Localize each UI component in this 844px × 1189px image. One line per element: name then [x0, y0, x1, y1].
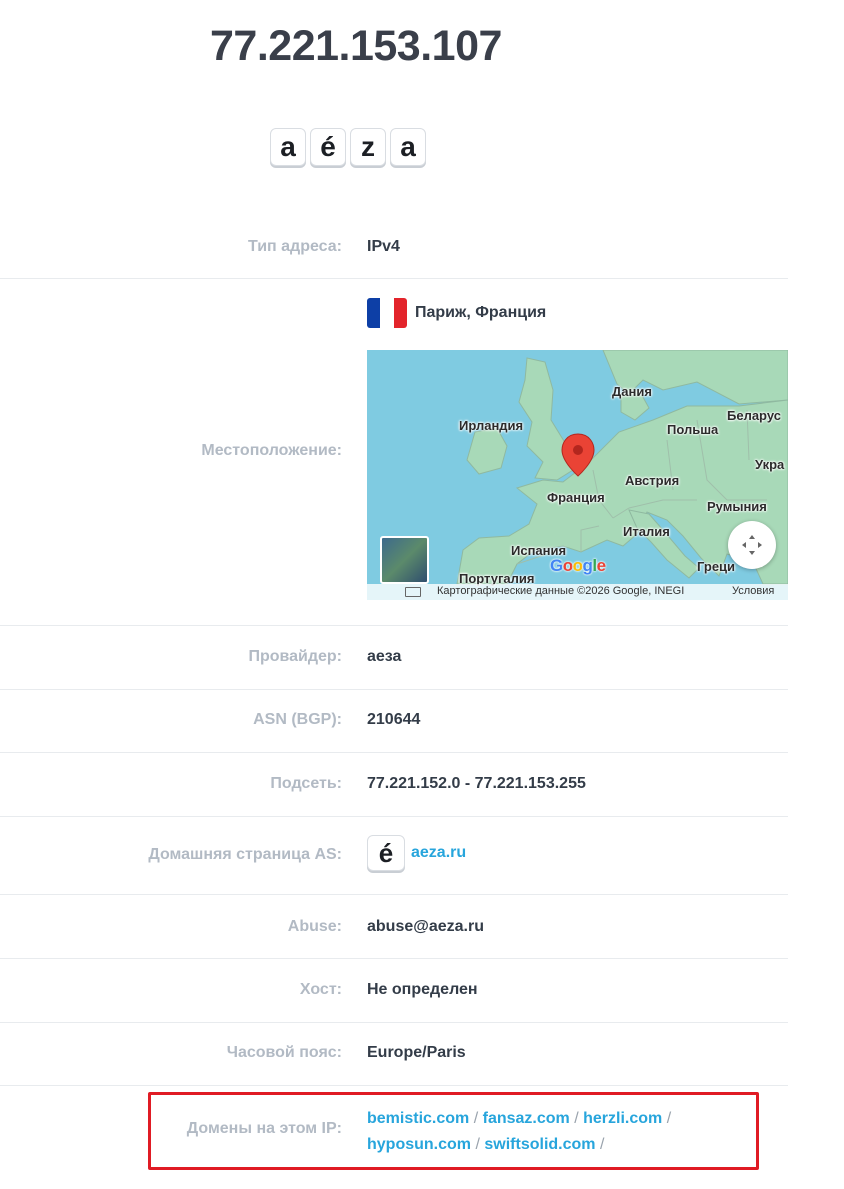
keyboard-icon[interactable] [405, 587, 421, 597]
row-abuse: Abuse: abuse@aeza.ru [0, 895, 788, 959]
google-logo: Google [550, 556, 606, 575]
location-value: Париж, Франция [367, 298, 546, 328]
map-label-belarus: Беларус [727, 408, 781, 423]
logo-letter: a [270, 128, 306, 166]
address-type-label: Тип адреса: [248, 238, 342, 255]
provider-label: Провайдер: [248, 648, 342, 665]
map-label-ireland: Ирландия [459, 418, 524, 433]
address-type-value: IPv4 [367, 238, 400, 255]
row-asn: ASN (BGP): 210644 [0, 690, 788, 753]
logo-letter: é [310, 128, 346, 166]
row-address-type: Тип адреса: IPv4 [0, 215, 788, 279]
ip-address-title: 77.221.153.107 [210, 22, 502, 70]
domains-highlight-box [148, 1092, 759, 1170]
as-homepage-link[interactable]: aeza.ru [411, 844, 466, 861]
map-label-ukraine: Укра [755, 457, 785, 472]
move-arrows-icon [742, 535, 762, 555]
map-satellite-toggle-button[interactable] [380, 536, 429, 584]
as-homepage-value: é aeza.ru [367, 835, 466, 871]
subnet-link[interactable]: 77.221.152.0 - 77.221.153.255 [367, 775, 586, 793]
row-provider: Провайдер: аеза [0, 626, 788, 690]
row-host: Хост: Не определен [0, 959, 788, 1023]
france-flag-icon [367, 298, 407, 328]
logo-letter: z [350, 128, 386, 166]
row-as-homepage: Домашняя страница AS: é aeza.ru [0, 817, 788, 895]
host-value: Не определен [367, 981, 478, 998]
map-terms-link[interactable]: Условия [732, 585, 774, 597]
abuse-label: Abuse: [287, 918, 342, 935]
host-label: Хост: [299, 981, 342, 998]
as-logo-icon: é [367, 835, 405, 871]
provider-logo: a é z a [270, 128, 426, 166]
flag-stripe [393, 298, 407, 328]
map-label-greece: Греци [697, 559, 736, 574]
map-label-poland: Польша [667, 422, 719, 437]
flag-stripe [380, 298, 394, 328]
location-label: Местоположение: [201, 442, 342, 459]
logo-letter: a [390, 128, 426, 166]
location-map[interactable]: Дания Беларус Ирландия Польша Укра Австр… [367, 350, 788, 600]
map-attribution: Картографические данные ©2026 Google, IN… [437, 585, 685, 597]
timezone-value: Europe/Paris [367, 1044, 466, 1061]
subnet-label: Подсеть: [270, 775, 342, 792]
map-label-austria: Австрия [625, 473, 680, 488]
provider-link[interactable]: аеза [367, 648, 401, 666]
map-label-denmark: Дания [612, 384, 652, 399]
location-text: Париж, Франция [415, 304, 547, 322]
map-label-france: Франция [547, 490, 605, 505]
as-homepage-label: Домашняя страница AS: [148, 846, 342, 863]
row-subnet: Подсеть: 77.221.152.0 - 77.221.153.255 [0, 753, 788, 817]
map-label-italy: Италия [623, 524, 670, 539]
abuse-email-link[interactable]: abuse@aeza.ru [367, 918, 484, 936]
flag-stripe [367, 298, 381, 328]
asn-link[interactable]: 210644 [367, 711, 420, 729]
row-timezone: Часовой пояс: Europe/Paris [0, 1023, 788, 1086]
map-camera-control-button[interactable] [728, 521, 776, 569]
timezone-label: Часовой пояс: [226, 1044, 342, 1061]
map-footer: Картографические данные ©2026 Google, IN… [367, 584, 788, 600]
asn-label: ASN (BGP): [253, 711, 342, 728]
map-label-romania: Румыния [707, 499, 767, 514]
